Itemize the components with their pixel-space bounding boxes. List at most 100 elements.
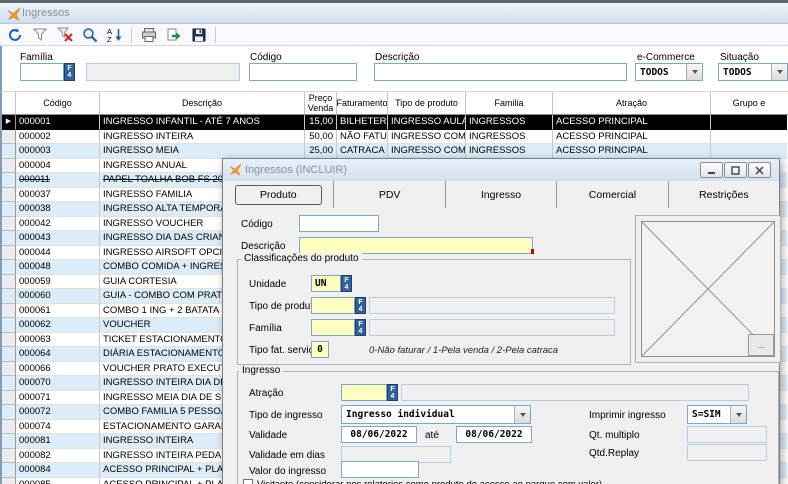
search-icon[interactable] — [81, 26, 98, 43]
col-header-descricao[interactable]: Descrição — [100, 92, 305, 114]
codigo-filter-input[interactable] — [249, 63, 357, 81]
tab-comercial[interactable]: Comercial — [557, 181, 668, 208]
toolbar-separator — [215, 27, 216, 43]
familia-f4-button[interactable]: F4 — [64, 63, 75, 81]
print-icon[interactable] — [140, 26, 157, 43]
grid-header: Código Descrição Preço Venda Faturamento… — [2, 92, 788, 115]
filter-icon[interactable] — [31, 26, 48, 43]
incluir-dialog: Ingressos (INCLUIR) ProdutoPDVIngressoCo… — [222, 158, 780, 484]
browse-image-button[interactable]: ... — [748, 334, 774, 356]
maximize-icon[interactable] — [724, 162, 747, 178]
atracao-f4-button[interactable]: F4 — [387, 384, 398, 401]
tab-label: Restrições — [699, 189, 749, 201]
row-indicator — [2, 246, 16, 261]
cell-tipo: INGRESSO COMUM — [388, 144, 466, 159]
descricao-input[interactable] — [299, 237, 533, 254]
chevron-down-icon[interactable] — [686, 64, 702, 80]
cell-codigo: 000060 — [16, 289, 100, 304]
table-row[interactable]: 000002INGRESSO INTEIRA50,00NÃO FATURARIN… — [2, 130, 788, 145]
cell-codigo: 000071 — [16, 391, 100, 406]
cell-tipo: INGRESSO COMUM — [388, 130, 466, 145]
cell-codigo: 000074 — [16, 420, 100, 435]
table-row[interactable]: ▶000001INGRESSO INFANTIL - ATÉ 7 ANOS15,… — [2, 115, 788, 130]
row-indicator — [2, 318, 16, 333]
familia-f4-button[interactable]: F4 — [355, 319, 366, 336]
cell-familia: INGRESSOS — [466, 130, 553, 145]
validade-de-input[interactable]: 08/06/2022 — [341, 426, 417, 443]
situacao-filter-label: Situação — [720, 52, 759, 63]
screen: Ingressos AZ Família F4 — [0, 0, 788, 484]
save-icon[interactable] — [190, 26, 207, 43]
col-header-codigo[interactable]: Código — [16, 92, 100, 114]
qtd-replay-input[interactable] — [687, 444, 767, 461]
descricao-filter-input[interactable] — [374, 63, 627, 81]
col-header-faturamento[interactable]: Faturamento — [337, 92, 388, 114]
col-header-tipo[interactable]: Tipo de produto — [388, 92, 466, 114]
cell-codigo: 000048 — [16, 260, 100, 275]
chevron-down-icon[interactable] — [730, 406, 746, 423]
familia-label: Família — [249, 323, 282, 334]
row-indicator — [2, 420, 16, 435]
unidade-input[interactable]: UN — [311, 275, 341, 292]
export-icon[interactable] — [165, 26, 182, 43]
valor-input[interactable] — [341, 461, 419, 478]
tab-produto[interactable]: Produto — [223, 181, 334, 208]
cell-grupo — [711, 130, 787, 145]
situacao-select[interactable]: TODOS — [718, 63, 788, 81]
chevron-down-icon[interactable] — [514, 406, 530, 423]
minimize-icon[interactable] — [700, 162, 723, 178]
row-indicator — [2, 217, 16, 232]
cell-atracao: ACESSO PRINCIPAL — [553, 115, 711, 130]
row-indicator — [2, 405, 16, 420]
row-indicator — [2, 333, 16, 348]
cell-codigo: 000001 — [16, 115, 100, 130]
col-header-familia[interactable]: Familia — [466, 92, 553, 114]
cell-preco: 50,00 — [305, 130, 337, 145]
codigo-input[interactable] — [299, 215, 379, 232]
cell-codigo: 000037 — [16, 188, 100, 203]
tab-ingresso[interactable]: Ingresso — [446, 181, 557, 208]
qt-multiplo-input[interactable] — [687, 426, 767, 443]
ecommerce-select[interactable]: TODOS — [635, 63, 703, 81]
imprimir-select[interactable]: S=SIM — [687, 405, 747, 424]
validade-dias-label: Validade em dias — [249, 450, 325, 461]
tipo-produto-input[interactable] — [311, 297, 355, 314]
col-header-grupo[interactable]: Grupo e — [711, 92, 787, 114]
toolbar-separator — [131, 27, 132, 43]
familia-filter-input[interactable] — [20, 63, 64, 81]
familia-input[interactable] — [311, 319, 355, 336]
cell-codigo: 000043 — [16, 231, 100, 246]
app-icon — [7, 7, 21, 24]
close-icon[interactable] — [748, 162, 771, 178]
unidade-f4-button[interactable]: F4 — [341, 275, 352, 292]
row-indicator — [2, 159, 16, 174]
tipo-ingresso-select[interactable]: Ingresso individual — [341, 405, 531, 424]
clear-filter-icon[interactable] — [56, 26, 73, 43]
table-row[interactable]: 000003INGRESSO MEIA25,00CATRACAINGRESSO … — [2, 144, 788, 159]
main-titlebar[interactable]: Ingressos — [0, 3, 788, 24]
tipo-fat-input[interactable]: 0 — [311, 341, 329, 358]
row-indicator — [2, 202, 16, 217]
row-indicator — [2, 304, 16, 319]
chevron-down-icon[interactable] — [771, 64, 787, 80]
tab-restrições[interactable]: Restrições — [669, 181, 779, 208]
tab-pdv[interactable]: PDV — [334, 181, 445, 208]
refresh-icon[interactable] — [6, 26, 23, 43]
sort-icon[interactable]: AZ — [106, 26, 123, 43]
familia-name-field — [86, 63, 240, 81]
tipo-produto-desc-field — [369, 297, 615, 314]
main-toolbar: AZ — [0, 24, 788, 46]
col-header-preco[interactable]: Preço Venda — [305, 92, 337, 114]
row-indicator — [2, 434, 16, 449]
dialog-titlebar[interactable]: Ingressos (INCLUIR) — [223, 159, 779, 182]
ecommerce-value: TODOS — [636, 64, 686, 80]
tipo-produto-f4-button[interactable]: F4 — [355, 297, 366, 314]
atracao-input[interactable] — [341, 384, 387, 401]
descricao-filter-label: Descrição — [375, 52, 419, 63]
cell-codigo: 000072 — [16, 405, 100, 420]
validade-ate-input[interactable]: 08/06/2022 — [456, 426, 532, 443]
tipo-fat-hint: 0-Não faturar / 1-Pela venda / 2-Pela ca… — [369, 345, 558, 356]
col-header-atracao[interactable]: Atração — [553, 92, 711, 114]
visitante-checkbox[interactable] — [243, 479, 253, 484]
row-indicator — [2, 144, 16, 159]
